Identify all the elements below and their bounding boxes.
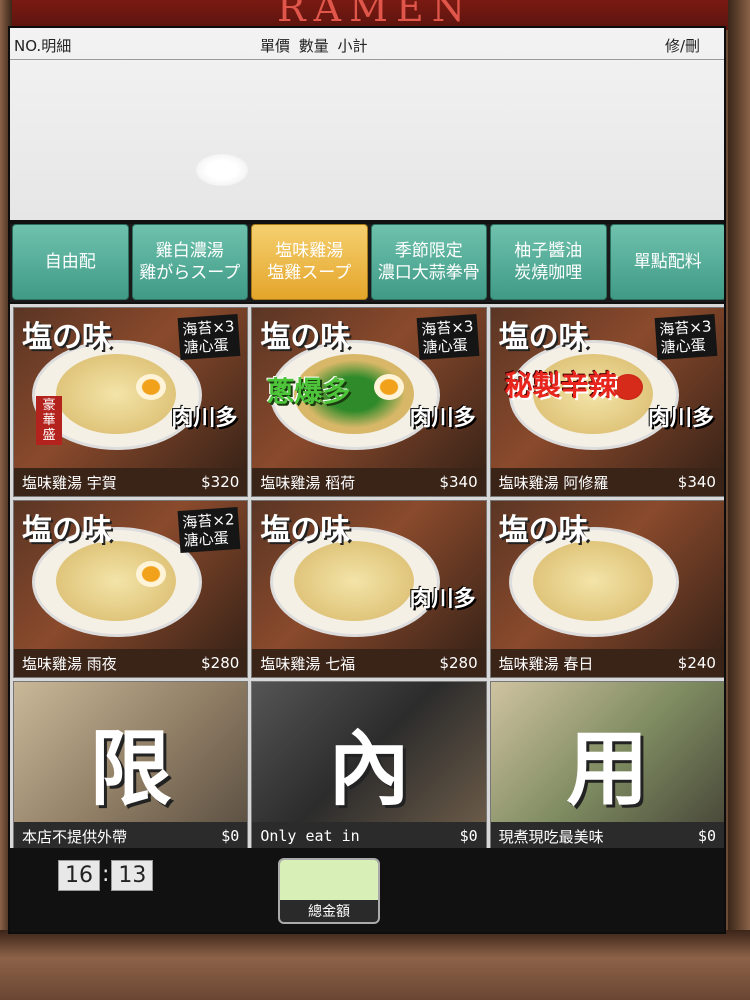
menu-item-inari[interactable]: 塩の味 海苔×3 溏心蛋 肉川多 蔥爆多 塩味雞湯 稻荷 $340 xyxy=(251,307,487,497)
menu-item-price: $280 xyxy=(439,654,478,672)
menu-item-uga[interactable]: 塩の味 海苔×3 溏心蛋 肉川多 豪 華 盛 塩味雞湯 宇賀 $320 xyxy=(13,307,249,497)
notice-text: Only eat in xyxy=(260,827,360,845)
notice-photo: 限 xyxy=(14,682,248,822)
price-qty-subtotal-header: 單價 數量 小計 xyxy=(260,37,368,55)
tab-yuzu-curry[interactable]: 柚子醬油 炭燒咖哩 xyxy=(490,224,607,300)
salt-flavor-logo: 塩の味 xyxy=(260,513,351,548)
menu-item-price: $340 xyxy=(677,473,716,491)
menu-item-caption: 塩味雞湯 春日 $240 xyxy=(490,649,724,677)
menu-item-name: 塩味雞湯 稻荷 xyxy=(260,473,356,492)
total-amount-button[interactable]: 總金額 xyxy=(278,858,380,924)
deluxe-badge: 豪 華 盛 xyxy=(36,396,62,445)
salt-flavor-logo: 塩の味 xyxy=(498,320,589,355)
menu-item-name: 塩味雞湯 春日 xyxy=(498,654,594,673)
notice-photo: 內 xyxy=(252,682,486,822)
menu-grid: 塩の味 海苔×3 溏心蛋 肉川多 豪 華 盛 塩味雞湯 宇賀 $320 塩の味 … xyxy=(10,304,724,851)
notice-big-char: 用 xyxy=(566,721,649,817)
kiosk-screen: NO.明細 單價 數量 小計 修/刪 自由配 雞白濃湯 雞がらスープ 塩味雞湯 … xyxy=(8,26,726,934)
ramen-photo: 塩の味 海苔×3 溏心蛋 肉川多 秘製辛辣 xyxy=(490,308,724,468)
notice-caption: 本店不提供外帶 $0 xyxy=(14,822,248,850)
extra-meat-label: 肉川多 xyxy=(409,406,476,431)
notice-photo: 用 xyxy=(490,682,724,822)
menu-item-price: $240 xyxy=(677,654,716,672)
total-amount-label: 總金額 xyxy=(308,904,350,920)
salt-flavor-logo: 塩の味 xyxy=(498,513,589,548)
menu-item-caption: 塩味雞湯 宇賀 $320 xyxy=(14,468,248,496)
menu-item-name: 塩味雞湯 阿修羅 xyxy=(498,473,609,492)
menu-item-amayo[interactable]: 塩の味 海苔×2 溏心蛋 塩味雞湯 雨夜 $280 xyxy=(13,500,249,678)
category-tabs: 自由配 雞白濃湯 雞がらスープ 塩味雞湯 塩雞スープ 季節限定 濃口大蒜拳骨 柚… xyxy=(10,224,724,302)
ramen-photo: 塩の味 海苔×3 溏心蛋 肉川多 豪 華 盛 xyxy=(14,308,248,468)
order-number-detail-header: NO.明細 xyxy=(14,37,72,55)
kiosk-frame-bottom xyxy=(0,930,750,1000)
extra-meat-label: 肉川多 xyxy=(409,587,476,612)
nori-egg-label: 海苔×3 溏心蛋 xyxy=(177,313,241,361)
extra-meat-label: 肉川多 xyxy=(647,406,714,431)
notice-eat-in[interactable]: 內 Only eat in $0 xyxy=(251,681,487,851)
notice-big-char: 限 xyxy=(89,721,172,817)
notice-price: $0 xyxy=(221,827,240,845)
menu-item-caption: 塩味雞湯 七福 $280 xyxy=(252,649,486,677)
notice-price: $0 xyxy=(697,827,716,845)
notice-caption: 現煮現吃最美味 $0 xyxy=(490,822,724,850)
nori-egg-label: 海苔×3 溏心蛋 xyxy=(416,313,480,361)
menu-item-kasuga[interactable]: 塩の味 塩味雞湯 春日 $240 xyxy=(489,500,724,678)
tab-free-combo[interactable]: 自由配 xyxy=(12,224,129,300)
ramen-photo: 塩の味 肉川多 xyxy=(252,501,486,649)
total-amount-display xyxy=(280,860,378,900)
menu-item-caption: 塩味雞湯 稻荷 $340 xyxy=(252,468,486,496)
broth-image xyxy=(532,541,653,621)
salt-flavor-logo: 塩の味 xyxy=(22,320,112,355)
edit-delete-header: 修/刪 xyxy=(664,37,700,55)
clock-hour: 16 xyxy=(58,860,100,891)
extra-scallion-label: 蔥爆多 xyxy=(266,375,351,408)
notice-no-takeout[interactable]: 限 本店不提供外帶 $0 xyxy=(13,681,249,851)
tab-salt-chicken[interactable]: 塩味雞湯 塩雞スープ xyxy=(251,224,368,300)
menu-item-name: 塩味雞湯 雨夜 xyxy=(22,654,117,673)
ramen-photo: 塩の味 海苔×2 溏心蛋 xyxy=(14,501,248,649)
clock-separator: : xyxy=(102,862,110,887)
menu-item-caption: 塩味雞湯 雨夜 $280 xyxy=(14,649,248,677)
menu-item-price: $340 xyxy=(439,473,478,491)
notice-text: 本店不提供外帶 xyxy=(22,827,128,846)
menu-item-price: $320 xyxy=(201,473,240,491)
clock-minute: 13 xyxy=(111,860,154,891)
notice-fresh-cooked[interactable]: 用 現煮現吃最美味 $0 xyxy=(489,681,724,851)
menu-item-price: $280 xyxy=(201,654,240,672)
tab-seasonal-garlic[interactable]: 季節限定 濃口大蒜拳骨 xyxy=(370,224,487,300)
egg-image xyxy=(136,374,166,400)
menu-item-name: 塩味雞湯 宇賀 xyxy=(22,473,117,492)
ramen-photo: 塩の味 xyxy=(490,501,724,649)
screen-glare xyxy=(196,154,248,186)
menu-item-name: 塩味雞湯 七福 xyxy=(260,654,356,673)
order-list-panel: NO.明細 單價 數量 小計 修/刪 xyxy=(10,28,724,220)
notice-price: $0 xyxy=(459,827,478,845)
salt-flavor-logo: 塩の味 xyxy=(22,513,112,548)
kiosk-footer: 16 : 13 總金額 xyxy=(10,848,724,932)
ramen-photo: 塩の味 海苔×3 溏心蛋 肉川多 蔥爆多 xyxy=(252,308,486,468)
nori-egg-label: 海苔×3 溏心蛋 xyxy=(654,313,718,361)
menu-item-caption: 塩味雞湯 阿修羅 $340 xyxy=(490,468,724,496)
broth-image xyxy=(294,541,415,621)
tab-chicken-paitan[interactable]: 雞白濃湯 雞がらスープ xyxy=(131,224,248,300)
nori-egg-label: 海苔×2 溏心蛋 xyxy=(177,506,241,554)
menu-item-ashura[interactable]: 塩の味 海苔×3 溏心蛋 肉川多 秘製辛辣 塩味雞湯 阿修羅 $340 xyxy=(489,307,724,497)
secret-spicy-label: 秘製辛辣 xyxy=(504,369,617,402)
tab-toppings[interactable]: 單點配料 xyxy=(609,224,724,300)
notice-big-char: 內 xyxy=(327,721,410,817)
salt-flavor-logo: 塩の味 xyxy=(260,320,351,355)
notice-caption: Only eat in $0 xyxy=(252,822,486,850)
extra-meat-label: 肉川多 xyxy=(171,406,238,431)
kiosk-frame-right xyxy=(728,0,750,1000)
egg-image xyxy=(612,374,643,400)
order-list-header: NO.明細 單價 數量 小計 修/刪 xyxy=(10,28,724,60)
clock: 16 : 13 xyxy=(58,860,154,891)
egg-image xyxy=(136,561,166,587)
notice-text: 現煮現吃最美味 xyxy=(498,827,604,846)
menu-item-shichifuku[interactable]: 塩の味 肉川多 塩味雞湯 七福 $280 xyxy=(251,500,487,678)
